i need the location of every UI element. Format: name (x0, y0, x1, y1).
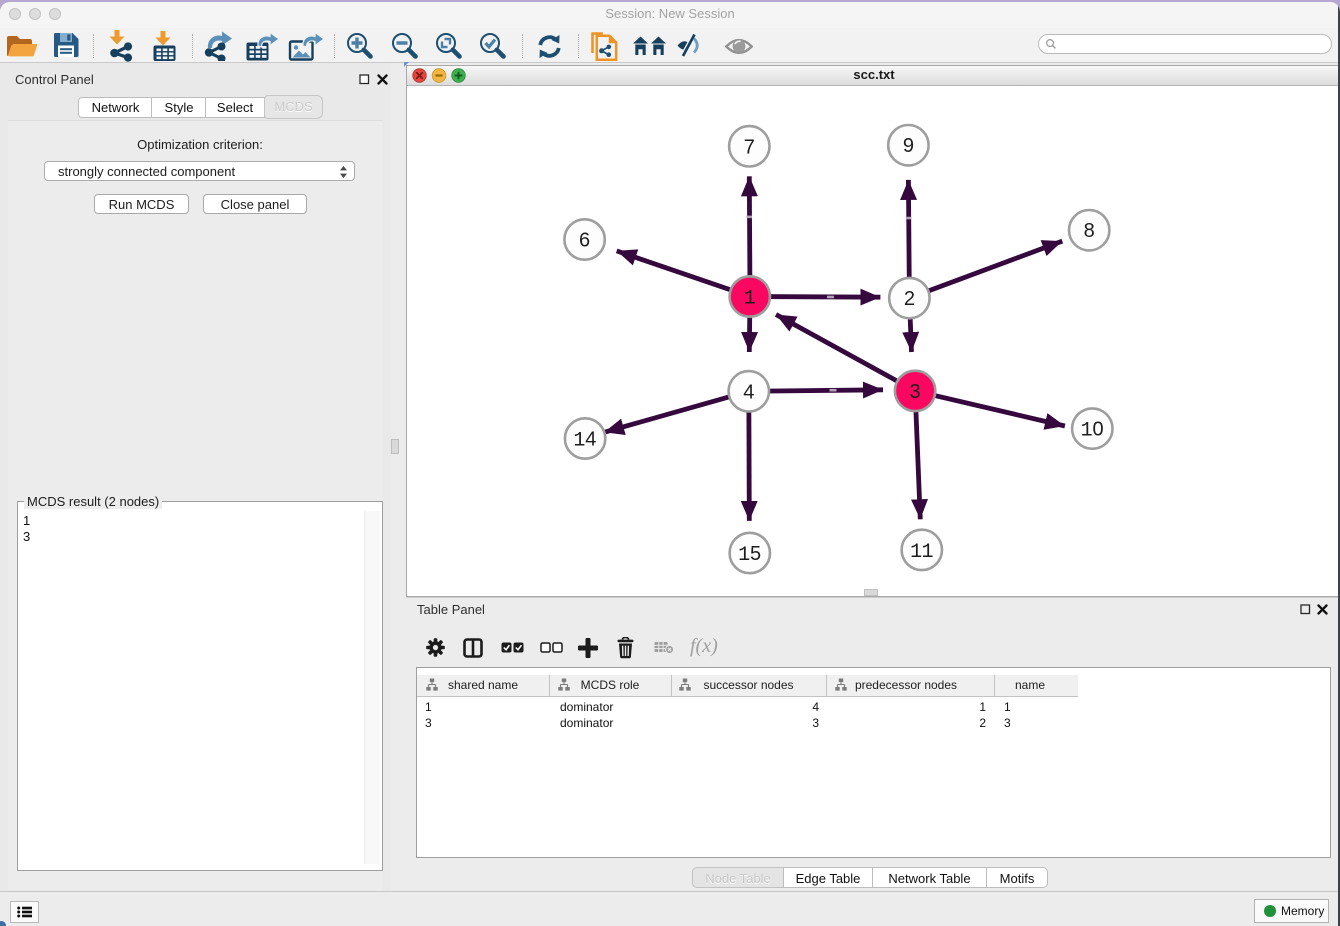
svg-text:6: 6 (579, 230, 590, 252)
svg-text:1: 1 (738, 544, 750, 567)
svg-text:3: 3 (910, 381, 921, 403)
svg-text:9: 9 (903, 135, 914, 157)
svg-text:1: 1 (744, 288, 756, 311)
svg-text:1: 1 (1081, 420, 1093, 443)
svg-text:1: 1 (573, 430, 585, 453)
svg-text:2: 2 (904, 288, 915, 310)
svg-text:1: 1 (910, 541, 922, 564)
svg-text:4: 4 (585, 429, 596, 451)
svg-text:8: 8 (1084, 220, 1095, 242)
svg-text:5: 5 (750, 543, 761, 565)
svg-text:7: 7 (744, 136, 755, 158)
svg-text:0: 0 (1092, 419, 1103, 441)
svg-text:4: 4 (743, 381, 754, 403)
svg-text:1: 1 (921, 541, 933, 564)
